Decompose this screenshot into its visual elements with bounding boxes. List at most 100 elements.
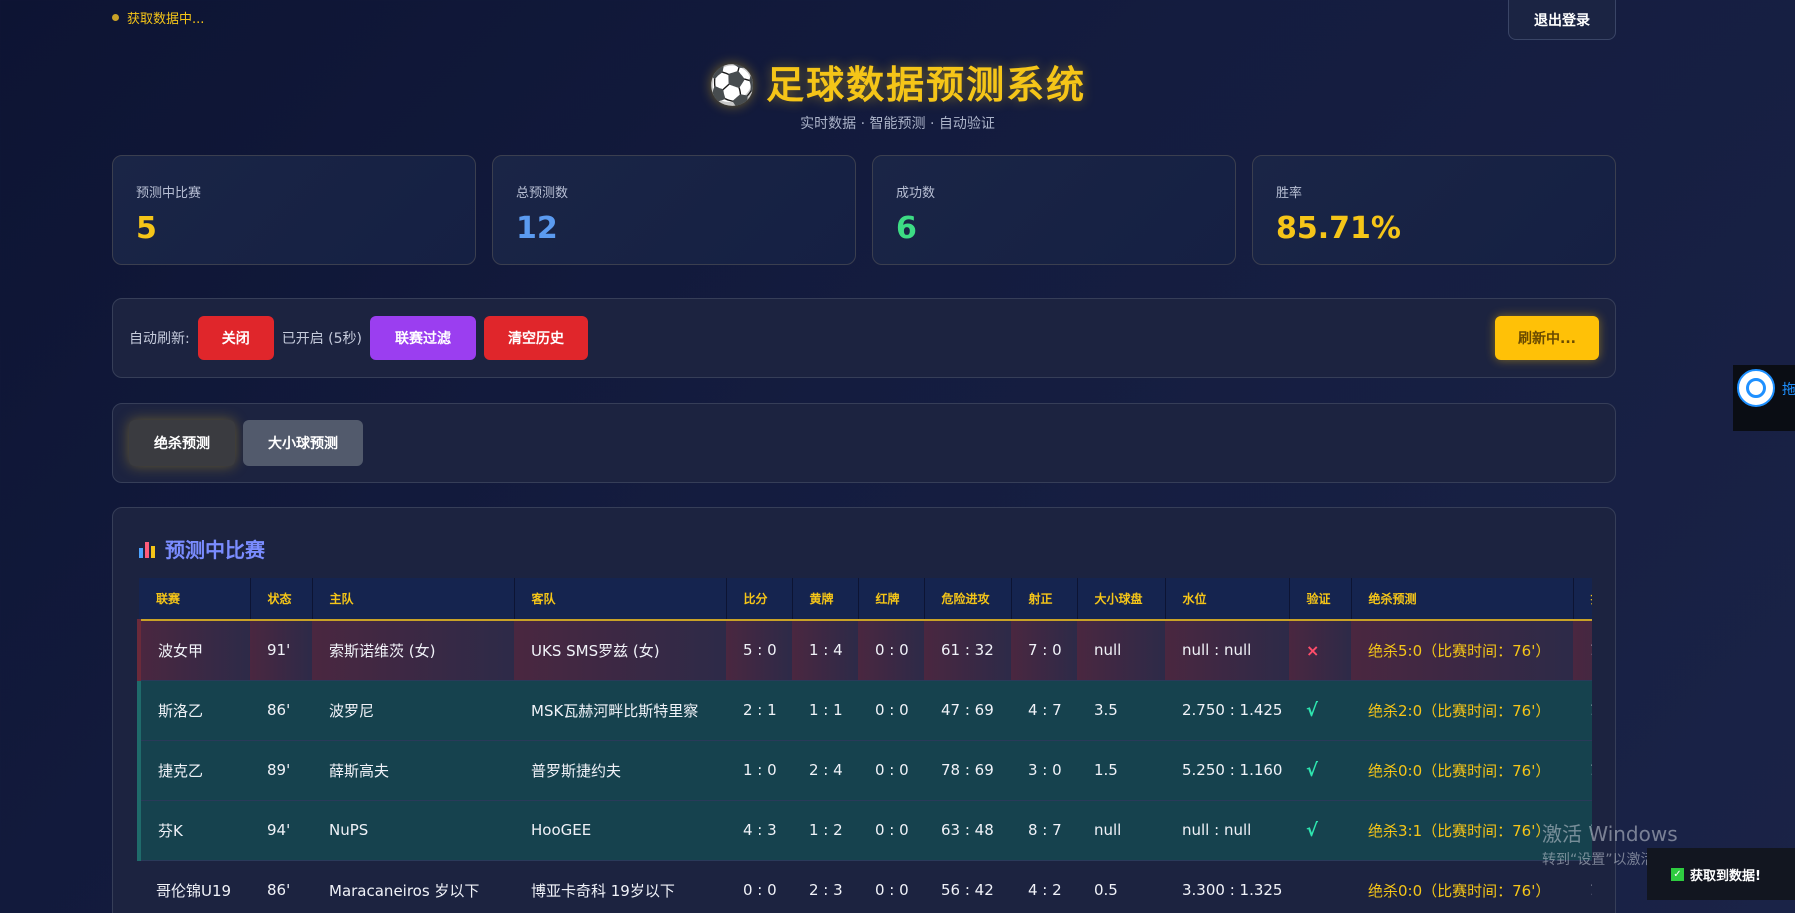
table-row[interactable]: 斯洛乙 86' 波罗尼 MSK瓦赫河畔比斯特里察 2 : 1 1 : 1 0 :… xyxy=(137,680,1592,741)
table-row[interactable]: 哥伦锦U19 86' Maracaneiros 岁以下 博亚卡奇科 19岁以下 … xyxy=(139,860,1592,913)
column-header: 绝杀预测 xyxy=(1351,578,1574,621)
stat-card-live: 预测中比赛 5 xyxy=(112,155,476,265)
league-cell: 斯洛乙 xyxy=(137,680,250,741)
status-cell: 94' xyxy=(250,800,312,861)
prediction-cell: 绝杀5:0（比赛时间：76'） xyxy=(1351,620,1573,681)
checkmark-icon: ✓ xyxy=(1671,867,1684,881)
dangerous-attacks-cell: 61 : 32 xyxy=(924,620,1011,681)
odds-cell: null : null xyxy=(1165,800,1289,861)
stats-row: 预测中比赛 5 总预测数 12 成功数 6 胜率 85.71% xyxy=(112,155,1616,265)
control-bar: 自动刷新: 关闭 已开启 (5秒) 联赛过滤 清空历史 刷新中... xyxy=(112,298,1616,378)
away-team-cell: MSK瓦赫河畔比斯特里察 xyxy=(514,680,726,741)
red-cards-cell: 0 : 0 xyxy=(858,680,924,741)
matches-table-wrapper[interactable]: 联赛 状态 主队 客队 比分 黄牌 红牌 危险进攻 射正 大小球盘 水位 验证 … xyxy=(137,578,1592,913)
over-under-line-cell: null xyxy=(1077,620,1165,681)
action-cell[interactable]: 1 xyxy=(1573,740,1592,801)
stat-card-winrate: 胜率 85.71% xyxy=(1252,155,1616,265)
score-cell: 2 : 1 xyxy=(726,680,792,741)
column-header: 验证 xyxy=(1289,578,1352,621)
yellow-cards-cell: 1 : 2 xyxy=(792,800,858,861)
column-header: 客队 xyxy=(514,578,727,621)
odds-cell: null : null xyxy=(1165,620,1289,681)
column-header: 比分 xyxy=(726,578,793,621)
league-filter-button[interactable]: 联赛过滤 xyxy=(370,316,476,360)
stat-value: 85.71% xyxy=(1276,211,1401,246)
shots-on-target-cell: 3 : 0 xyxy=(1011,740,1077,801)
home-team-cell: 波罗尼 xyxy=(312,680,514,741)
stat-value: 5 xyxy=(136,211,157,246)
score-cell: 4 : 3 xyxy=(726,800,792,861)
column-header: 操作 xyxy=(1573,578,1592,621)
column-header: 危险进攻 xyxy=(924,578,1012,621)
status-cell: 86' xyxy=(250,860,312,913)
status-cell: 89' xyxy=(250,740,312,801)
toast-notification: ✓ 获取到数据! xyxy=(1647,848,1795,900)
verify-success-icon: √ xyxy=(1289,680,1351,741)
home-team-cell: 薛斯高夫 xyxy=(312,740,514,801)
prediction-cell: 绝杀0:0（比赛时间：76'） xyxy=(1351,740,1573,801)
red-cards-cell: 0 : 0 xyxy=(858,620,924,681)
home-team-cell: NuPS xyxy=(312,800,514,861)
odds-cell: 3.300 : 1.325 xyxy=(1165,860,1289,913)
stat-value: 6 xyxy=(896,211,917,246)
prediction-tabs: 绝杀预测 大小球预测 xyxy=(112,403,1616,483)
score-cell: 0 : 0 xyxy=(726,860,792,913)
yellow-cards-cell: 2 : 4 xyxy=(792,740,858,801)
clear-history-button[interactable]: 清空历史 xyxy=(484,316,588,360)
column-header: 大小球盘 xyxy=(1077,578,1166,621)
table-row[interactable]: 捷克乙 89' 薛斯高夫 普罗斯捷约夫 1 : 0 2 : 4 0 : 0 78… xyxy=(137,740,1592,801)
prediction-cell: 绝杀2:0（比赛时间：76'） xyxy=(1351,680,1573,741)
panel-title: 预测中比赛 xyxy=(139,534,265,563)
action-cell[interactable]: 1 xyxy=(1573,680,1592,741)
league-cell: 哥伦锦U19 xyxy=(139,860,250,913)
verify-cell xyxy=(1289,860,1351,913)
stat-label: 总预测数 xyxy=(516,186,569,201)
column-header: 红牌 xyxy=(858,578,925,621)
score-cell: 1 : 0 xyxy=(726,740,792,801)
home-team-cell: 索斯诺维茨 (女) xyxy=(312,620,514,681)
stat-label: 成功数 xyxy=(896,186,936,201)
over-under-line-cell: null xyxy=(1077,800,1165,861)
shots-on-target-cell: 8 : 7 xyxy=(1011,800,1077,861)
auto-refresh-status: 已开启 (5秒) xyxy=(281,331,362,347)
odds-cell: 2.750 : 1.425 xyxy=(1165,680,1289,741)
home-team-cell: Maracaneiros 岁以下 xyxy=(312,860,514,913)
verify-success-icon: √ xyxy=(1289,740,1351,801)
stat-card-success: 成功数 6 xyxy=(872,155,1236,265)
logout-button[interactable]: 退出登录 xyxy=(1508,0,1616,40)
shots-on-target-cell: 7 : 0 xyxy=(1011,620,1077,681)
shots-on-target-cell: 4 : 7 xyxy=(1011,680,1077,741)
league-cell: 捷克乙 xyxy=(137,740,250,801)
red-cards-cell: 0 : 0 xyxy=(858,800,924,861)
refresh-button[interactable]: 刷新中... xyxy=(1495,316,1599,360)
close-auto-refresh-button[interactable]: 关闭 xyxy=(197,316,274,360)
verify-fail-icon: × xyxy=(1289,620,1351,681)
stat-label: 胜率 xyxy=(1276,186,1303,201)
prediction-cell: 绝杀0:0（比赛时间：76'） xyxy=(1351,860,1573,913)
away-team-cell: UKS SMS罗兹 (女) xyxy=(514,620,726,681)
tab-kill-prediction[interactable]: 绝杀预测 xyxy=(129,420,235,466)
verify-success-icon: √ xyxy=(1289,800,1351,861)
stat-label: 预测中比赛 xyxy=(136,186,202,201)
yellow-cards-cell: 2 : 3 xyxy=(792,860,858,913)
over-under-line-cell: 3.5 xyxy=(1077,680,1165,741)
action-cell[interactable]: 1 xyxy=(1573,620,1592,681)
stat-card-total: 总预测数 12 xyxy=(492,155,856,265)
dangerous-attacks-cell: 63 : 48 xyxy=(924,800,1011,861)
away-team-cell: 博亚卡奇科 19岁以下 xyxy=(514,860,726,913)
status-indicator: 获取数据中... xyxy=(112,8,204,27)
table-row[interactable]: 波女甲 91' 索斯诺维茨 (女) UKS SMS罗兹 (女) 5 : 0 1 … xyxy=(137,620,1592,681)
matches-panel: 预测中比赛 联赛 状态 主队 客队 比分 黄牌 红牌 危险进攻 射正 大小球盘 … xyxy=(112,507,1616,913)
status-cell: 91' xyxy=(250,620,312,681)
floating-assistant-widget[interactable]: 拖 xyxy=(1733,365,1795,431)
tab-over-under-prediction[interactable]: 大小球预测 xyxy=(243,420,363,466)
over-under-line-cell: 0.5 xyxy=(1077,860,1165,913)
watermark-line1: 激活 Windows xyxy=(1542,822,1678,846)
status-dot xyxy=(112,14,119,21)
league-cell: 芬K xyxy=(137,800,250,861)
stat-value: 12 xyxy=(516,211,558,246)
page-title-text: 足球数据预测系统 xyxy=(766,63,1087,107)
panel-title-text: 预测中比赛 xyxy=(165,538,265,562)
table-row[interactable]: 芬K 94' NuPS HooGEE 4 : 3 1 : 2 0 : 0 63 … xyxy=(137,800,1592,861)
league-cell: 波女甲 xyxy=(137,620,250,681)
